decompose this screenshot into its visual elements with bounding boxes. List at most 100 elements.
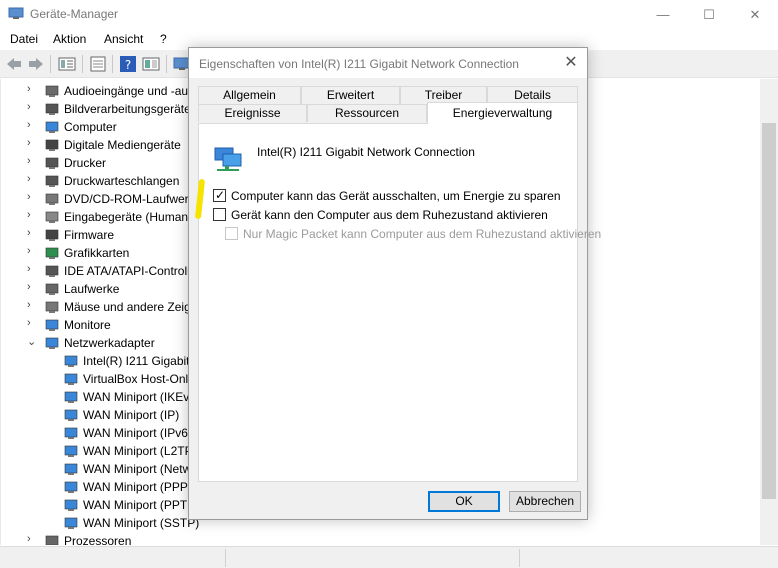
- menu-help[interactable]: ?: [160, 32, 167, 46]
- tree-category[interactable]: › Laufwerke: [1, 280, 191, 298]
- tree-category[interactable]: › Firmware: [1, 226, 191, 244]
- view-icon[interactable]: [142, 56, 160, 72]
- tree-category[interactable]: › Druckwarteschlangen: [1, 172, 191, 190]
- chevron-right-icon[interactable]: ›: [27, 173, 37, 185]
- tree-item-label: WAN Miniport (SSTP): [83, 516, 200, 530]
- tree-item-label: Druckwarteschlangen: [64, 174, 180, 188]
- chevron-right-icon[interactable]: ›: [27, 191, 37, 203]
- tree-device[interactable]: WAN Miniport (IKEv: [1, 388, 191, 406]
- tree-item-label: Eingabegeräte (Human: [64, 210, 189, 224]
- tree-category[interactable]: › Monitore: [1, 316, 191, 334]
- tree-item-label: Mäuse und andere Zeig: [64, 300, 191, 314]
- chevron-right-icon[interactable]: ›: [27, 263, 37, 275]
- status-bar: [0, 546, 778, 568]
- tree-item-label: Laufwerke: [64, 282, 120, 296]
- tree-item-label: Bildverarbeitungsgeräte: [64, 102, 191, 116]
- device-name: Intel(R) I211 Gigabit Network Connection: [257, 145, 475, 159]
- tree-category[interactable]: › Drucker: [1, 154, 191, 172]
- back-arrow-icon[interactable]: [5, 56, 23, 72]
- menu-file[interactable]: Datei: [10, 32, 38, 46]
- chevron-right-icon[interactable]: ›: [27, 533, 37, 545]
- tree-device[interactable]: Intel(R) I211 Gigabit: [1, 352, 191, 370]
- forward-arrow-icon[interactable]: [27, 56, 45, 72]
- tree-device[interactable]: WAN Miniport (SSTP): [1, 514, 199, 532]
- properties-dialog: Eigenschaften von Intel(R) I211 Gigabit …: [188, 47, 601, 520]
- tree-category[interactable]: › Prozessoren: [1, 532, 191, 545]
- tree-category[interactable]: › Grafikkarten: [1, 244, 191, 262]
- document-icon[interactable]: [89, 56, 107, 72]
- tree-device[interactable]: WAN Miniport (IPv6: [1, 424, 191, 442]
- checkmark-icon: ✓: [215, 188, 226, 202]
- tree-category[interactable]: ⌄ Netzwerkadapter: [1, 334, 191, 352]
- tree-item-label: WAN Miniport (Netw: [83, 462, 192, 476]
- tree-item-label: VirtualBox Host-Onl: [83, 372, 189, 386]
- tree-category[interactable]: › Bildverarbeitungsgeräte: [1, 100, 191, 118]
- device-manager-icon: [8, 7, 24, 19]
- tree-item-label: WAN Miniport (L2TP: [83, 444, 193, 458]
- menu-action[interactable]: Aktion: [53, 32, 86, 46]
- tree-item-label: WAN Miniport (PPP: [83, 480, 188, 494]
- chevron-right-icon[interactable]: ›: [27, 209, 37, 221]
- chevron-right-icon[interactable]: ›: [27, 119, 37, 131]
- chevron-right-icon[interactable]: ›: [27, 83, 37, 95]
- chevron-right-icon[interactable]: ›: [27, 299, 37, 311]
- close-button[interactable]: ✕: [732, 0, 778, 29]
- maximize-button[interactable]: ☐: [686, 0, 732, 29]
- cancel-button[interactable]: Abbrechen: [509, 491, 581, 512]
- tab-ereignisse[interactable]: Ereignisse: [198, 104, 307, 122]
- tree-device[interactable]: WAN Miniport (PPP: [1, 478, 191, 496]
- chevron-right-icon[interactable]: ›: [27, 227, 37, 239]
- scrollbar-thumb[interactable]: [762, 123, 776, 499]
- dialog-title: Eigenschaften von Intel(R) I211 Gigabit …: [199, 57, 519, 71]
- tree-device[interactable]: VirtualBox Host-Onl: [1, 370, 191, 388]
- tab-ressourcen[interactable]: Ressourcen: [307, 104, 427, 122]
- chevron-right-icon[interactable]: ›: [27, 101, 37, 113]
- status-pane: [0, 549, 226, 567]
- tree-device[interactable]: WAN Miniport (IP): [1, 406, 191, 424]
- dialog-close-button[interactable]: ✕: [559, 52, 583, 74]
- tree-category[interactable]: › Mäuse und andere Zeig: [1, 298, 191, 316]
- tree-item-label: Monitore: [64, 318, 111, 332]
- tree-category[interactable]: › Audioeingänge und -au: [1, 82, 191, 100]
- toolbar-separator: [166, 55, 167, 73]
- menu-view[interactable]: Ansicht: [104, 32, 143, 46]
- tree-category[interactable]: › IDE ATA/ATAPI-Controlle: [1, 262, 196, 280]
- device-category-icon: [45, 211, 59, 223]
- tree-category[interactable]: › Digitale Mediengeräte: [1, 136, 191, 154]
- checkbox-box[interactable]: [225, 227, 238, 240]
- device-category-icon: [45, 301, 59, 313]
- tree-item-label: DVD/CD-ROM-Laufwerk: [64, 192, 195, 206]
- tree-category[interactable]: › Computer: [1, 118, 191, 136]
- tree-category[interactable]: › Eingabegeräte (Human: [1, 208, 191, 226]
- tree-item-label: Intel(R) I211 Gigabit: [83, 354, 190, 368]
- tree-device[interactable]: WAN Miniport (PPT: [1, 496, 191, 514]
- tree-category[interactable]: › DVD/CD-ROM-Laufwerk: [1, 190, 195, 208]
- tree-item-label: WAN Miniport (IPv6: [83, 426, 188, 440]
- help-icon[interactable]: ?: [119, 56, 137, 72]
- tab-erweitert[interactable]: Erweitert: [301, 86, 400, 104]
- power-management-panel: Intel(R) I211 Gigabit Network Connection…: [198, 123, 601, 482]
- tree-item-label: Computer: [64, 120, 117, 134]
- tab-allgemein[interactable]: Allgemein: [198, 86, 301, 104]
- tab-energieverwaltung[interactable]: Energieverwaltung: [427, 102, 578, 124]
- dialog-title-bar: Eigenschaften von Intel(R) I211 Gigabit …: [189, 48, 587, 78]
- tree-device[interactable]: WAN Miniport (Netw: [1, 460, 191, 478]
- tree-device[interactable]: WAN Miniport (L2TP: [1, 442, 193, 460]
- device-category-icon: [45, 337, 59, 349]
- properties-grid-icon[interactable]: [58, 56, 76, 72]
- network-adapter-icon: [214, 147, 242, 171]
- chevron-right-icon[interactable]: ›: [27, 317, 37, 329]
- ok-button[interactable]: OK: [428, 491, 500, 512]
- network-adapter-icon: [64, 427, 78, 439]
- chevron-right-icon[interactable]: ›: [27, 281, 37, 293]
- checkbox-box[interactable]: [213, 208, 226, 221]
- chevron-right-icon[interactable]: ›: [27, 245, 37, 257]
- checkbox-box[interactable]: ✓: [213, 188, 226, 202]
- chevron-right-icon[interactable]: ›: [27, 155, 37, 167]
- chevron-right-icon[interactable]: ›: [27, 137, 37, 149]
- tree-scrollbar[interactable]: [760, 79, 778, 545]
- chevron-down-icon[interactable]: ⌄: [27, 335, 37, 348]
- minimize-button[interactable]: —: [640, 0, 686, 29]
- tree-item-label: IDE ATA/ATAPI-Controlle: [64, 264, 197, 278]
- tree-item-label: WAN Miniport (PPT: [83, 498, 188, 512]
